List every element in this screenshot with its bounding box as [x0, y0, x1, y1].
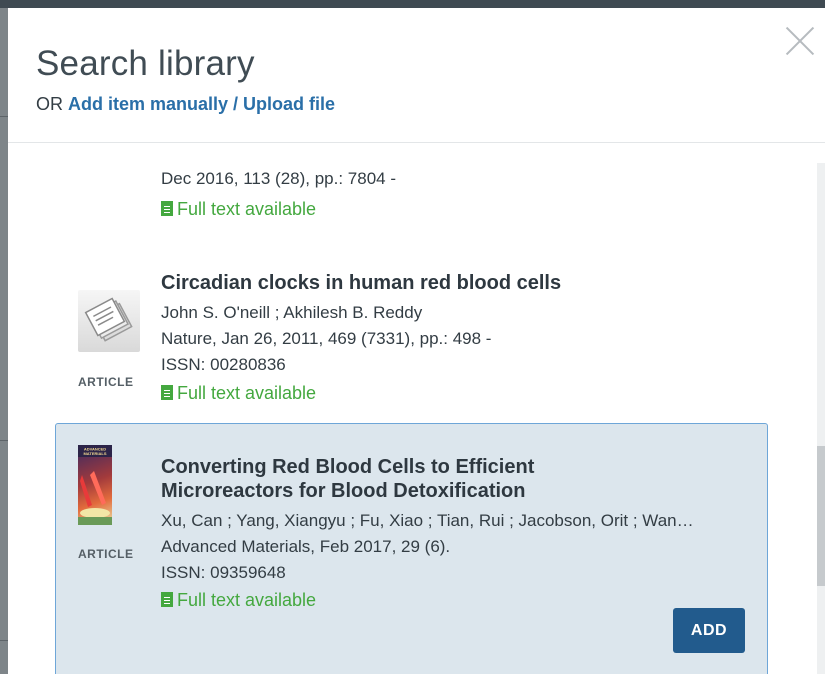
- result-issn: ISSN: 00280836: [161, 355, 286, 374]
- backdrop-divider: [0, 116, 8, 117]
- cover-title-text: MATERIALS: [83, 451, 106, 456]
- document-icon: [161, 592, 173, 607]
- result-authors: John S. O'neill ; Akhilesh B. Reddy: [161, 303, 423, 322]
- result-title[interactable]: Converting Red Blood Cells to Efficient …: [161, 455, 534, 503]
- result-source: Nature, Jan 26, 2011, 469 (7331), pp.: 4…: [161, 329, 492, 348]
- dialog-subtitle: OR Add item manually / Upload file: [36, 94, 335, 115]
- result-authors: Xu, Can ; Yang, Xiangyu ; Fu, Xiao ; Tia…: [161, 511, 694, 530]
- search-library-dialog: Search library OR Add item manually / Up…: [8, 8, 825, 674]
- result-source: Dec 2016, 113 (28), pp.: 7804 -: [161, 169, 397, 188]
- page-backdrop: [0, 8, 8, 674]
- backdrop-divider: [0, 440, 8, 441]
- result-type: ARTICLE: [78, 547, 134, 561]
- add-manually-upload-link[interactable]: Add item manually / Upload file: [68, 94, 335, 114]
- full-text-link[interactable]: Full text available: [161, 590, 316, 611]
- subtitle-prefix: OR: [36, 94, 63, 114]
- scrollbar-thumb[interactable]: [817, 446, 825, 586]
- close-icon[interactable]: [785, 26, 815, 56]
- add-button[interactable]: ADD: [673, 608, 745, 653]
- result-issn: ISSN: 09359648: [161, 563, 286, 582]
- document-icon: [161, 201, 173, 216]
- journal-cover-thumbnail: ADVANCED MATERIALS: [78, 445, 112, 525]
- full-text-link[interactable]: Full text available: [161, 383, 316, 404]
- backdrop-divider: [0, 640, 8, 641]
- dialog-header: Search library OR Add item manually / Up…: [8, 8, 825, 143]
- full-text-link[interactable]: Full text available: [161, 199, 316, 220]
- results-list[interactable]: Dec 2016, 113 (28), pp.: 7804 - Full tex…: [8, 143, 825, 674]
- scrollbar-track[interactable]: [817, 163, 825, 674]
- generic-article-icon: [78, 290, 140, 352]
- document-icon: [161, 385, 173, 400]
- dialog-title: Search library: [36, 44, 255, 83]
- result-title[interactable]: Circadian clocks in human red blood cell…: [161, 271, 561, 295]
- result-source: Advanced Materials, Feb 2017, 29 (6).: [161, 537, 451, 556]
- result-type: ARTICLE: [78, 375, 134, 389]
